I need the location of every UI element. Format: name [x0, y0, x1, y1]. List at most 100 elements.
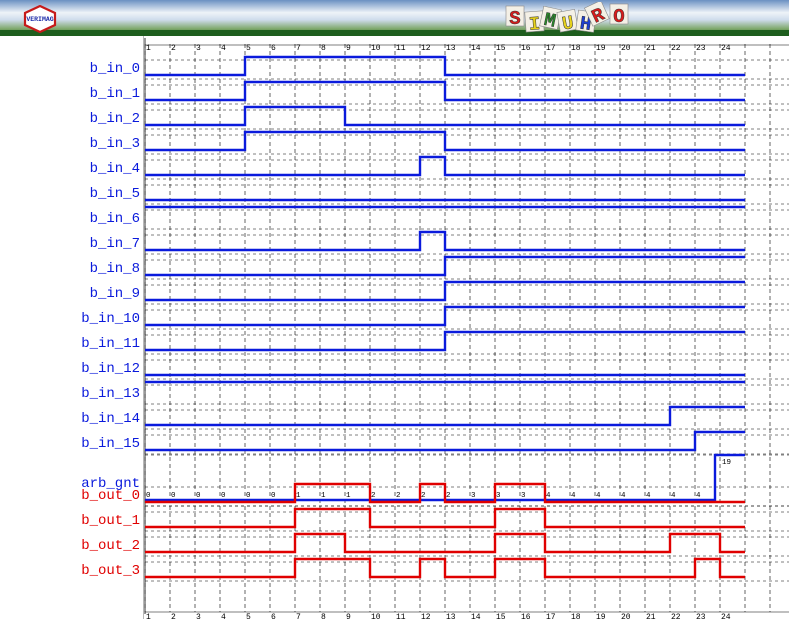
bus-value: 4 — [671, 492, 676, 500]
bus-value: 3 — [496, 492, 501, 500]
tick-label-bottom: 11 — [396, 613, 406, 619]
tick-label-top: 5 — [246, 44, 251, 53]
bus-value: 2 — [396, 492, 401, 500]
tick-label-bottom: 7 — [296, 613, 301, 619]
signal-label[interactable]: b_out_3 — [81, 563, 140, 579]
signal-label[interactable]: b_in_5 — [90, 186, 140, 202]
tick-label-top: 13 — [446, 44, 456, 53]
bus-value: 0 — [221, 492, 226, 500]
waveform-b_out_3 — [145, 557, 745, 579]
bus-value: 0 — [196, 492, 201, 500]
signal-label[interactable]: b_out_2 — [81, 538, 140, 554]
tick-label-bottom: 20 — [621, 613, 631, 619]
title-letter: S — [505, 5, 525, 30]
bus-value: 0 — [146, 492, 151, 500]
signal-label[interactable]: b_in_8 — [90, 261, 140, 277]
bus-value: 2 — [371, 492, 376, 500]
bus-value: 4 — [621, 492, 626, 500]
tick-label-bottom: 10 — [371, 613, 381, 619]
tick-label-bottom: 14 — [471, 613, 481, 619]
tick-label-top: 10 — [371, 44, 381, 53]
tick-label-bottom: 16 — [521, 613, 531, 619]
bus-value: 3 — [521, 492, 526, 500]
waveform-b_in_15 — [145, 430, 745, 452]
simuhro-title: S I M U HR O — [505, 2, 629, 34]
bus-value: 1 — [346, 492, 351, 500]
waveform-b_in_8 — [145, 255, 745, 277]
tick-label-bottom: 4 — [221, 613, 226, 619]
tick-label-top: 22 — [671, 44, 681, 53]
tick-label-top: 4 — [221, 44, 226, 53]
waveform-b_in_0 — [145, 55, 745, 77]
tick-label-bottom: 23 — [696, 613, 706, 619]
tick-label-bottom: 24 — [721, 613, 731, 619]
tick-label-bottom: 13 — [446, 613, 456, 619]
tick-label-top: 3 — [196, 44, 201, 53]
time-axis-bottom: 1 2 3 4 5 6 7 8 9 10 11 12 13 14 15 16 17 18 19 20 21 22 23 24 — [146, 613, 731, 619]
tick-label-top: 2 — [171, 44, 176, 53]
tick-label-bottom: 8 — [321, 613, 326, 619]
tick-label-top: 14 — [471, 44, 481, 53]
signal-label[interactable]: b_in_4 — [90, 161, 140, 177]
tick-label-bottom: 17 — [546, 613, 556, 619]
tick-label-top: 1 — [146, 44, 151, 53]
tick-label-bottom: 22 — [671, 613, 681, 619]
label-divider[interactable] — [143, 36, 144, 619]
signal-label[interactable]: b_in_14 — [81, 411, 140, 427]
tick-label-bottom: 9 — [346, 613, 351, 619]
app-header: VERIMAG SIMUHRO — [0, 0, 789, 36]
tick-label-top: 16 — [521, 44, 531, 53]
waveform-b_in_4 — [145, 155, 745, 177]
signal-label[interactable]: b_in_12 — [81, 361, 140, 377]
tick-label-bottom: 1 — [146, 613, 151, 619]
bus-value: 0 — [246, 492, 251, 500]
verimag-logo: VERIMAG — [23, 5, 57, 33]
signal-label[interactable]: b_in_6 — [90, 211, 140, 227]
signal-label[interactable]: b_in_9 — [90, 286, 140, 302]
tick-label-top: 23 — [696, 44, 706, 53]
tick-label-top: 20 — [621, 44, 631, 53]
tick-label-top: 18 — [571, 44, 581, 53]
tick-label-top: 8 — [321, 44, 326, 53]
tick-label-bottom: 2 — [171, 613, 176, 619]
bus-value: 2 — [446, 492, 451, 500]
waveform-panel[interactable]: 1 2 3 4 5 6 7 8 9 10 11 12 13 14 15 16 17 18 19 20 21 22 23 24 … — [0, 36, 789, 619]
signal-label[interactable]: b_in_10 — [81, 311, 140, 327]
signal-label[interactable]: b_in_11 — [81, 336, 140, 352]
tick-label-bottom: 3 — [196, 613, 201, 619]
title-letter: O — [609, 3, 629, 28]
signal-label[interactable]: b_in_13 — [81, 386, 140, 402]
tick-label-bottom: 19 — [596, 613, 606, 619]
time-axis-top: 1 2 3 4 5 6 7 8 9 10 11 12 13 14 15 16 17 18 19 20 21 22 23 24 — [146, 44, 731, 53]
tick-label-bottom: 12 — [421, 613, 431, 619]
tick-label-top: 6 — [271, 44, 276, 53]
tick-label-bottom: 21 — [646, 613, 656, 619]
tick-label-top: 11 — [396, 44, 406, 53]
signal-label[interactable]: b_in_15 — [81, 436, 140, 452]
signal-label[interactable]: b_in_3 — [90, 136, 140, 152]
tick-label-top: 17 — [546, 44, 556, 53]
bus-value: 4 — [596, 492, 601, 500]
signal-label[interactable]: b_in_7 — [90, 236, 140, 252]
tick-label-bottom: 6 — [271, 613, 276, 619]
signal-label[interactable]: b_in_1 — [90, 86, 140, 102]
tick-label-top: 15 — [496, 44, 506, 53]
signal-label[interactable]: b_in_2 — [90, 111, 140, 127]
waveform-b_in_1 — [145, 80, 745, 102]
svg-text:O: O — [613, 6, 624, 28]
svg-text:S: S — [509, 8, 520, 30]
svg-text:I: I — [528, 13, 541, 34]
waveform-b_in_7 — [145, 230, 745, 252]
bus-value: 19 — [722, 459, 731, 467]
tick-label-top: 21 — [646, 44, 656, 53]
bus-value: 0 — [171, 492, 176, 500]
title-letter: U — [556, 8, 579, 34]
signal-label[interactable]: b_out_1 — [81, 513, 140, 529]
signal-label[interactable]: b_out_0 — [81, 488, 140, 504]
bus-value: 4 — [646, 492, 651, 500]
bus-value: 1 — [321, 492, 326, 500]
bus-value: 0 — [271, 492, 276, 500]
waveform-b_in_10 — [145, 305, 745, 327]
tick-label-top: 12 — [421, 44, 431, 53]
signal-label[interactable]: b_in_0 — [90, 61, 140, 77]
